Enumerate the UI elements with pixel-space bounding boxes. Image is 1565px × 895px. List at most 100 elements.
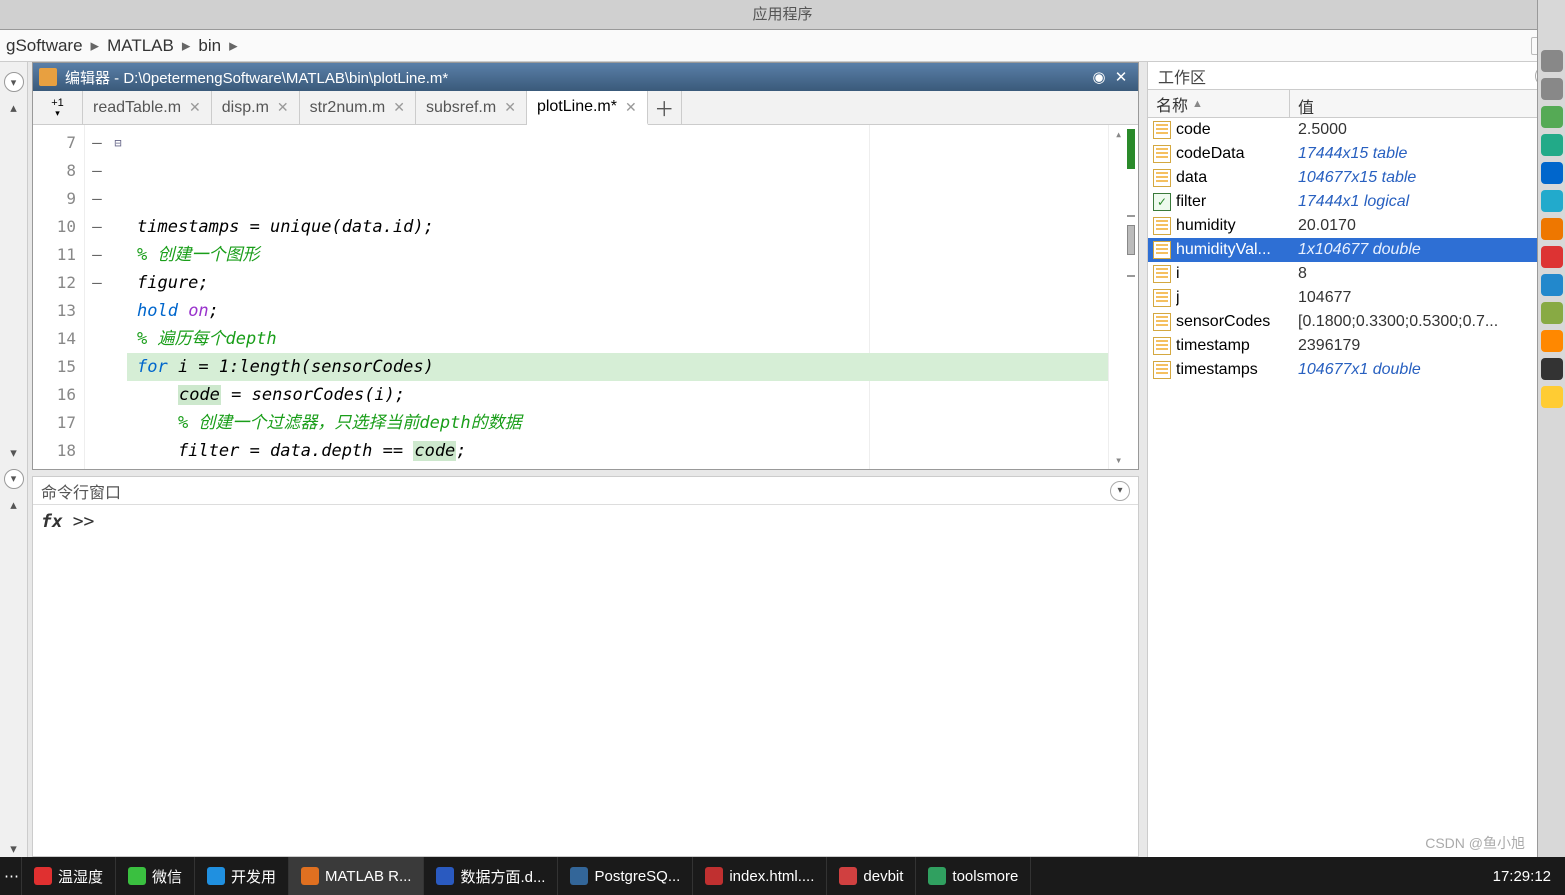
scroll-up-icon[interactable]: ▴ <box>10 497 17 513</box>
taskbar-label: MATLAB R... <box>325 868 411 885</box>
workspace-variable-row[interactable]: timestamps104677x1 double <box>1148 358 1565 382</box>
workspace-variable-row[interactable]: filter17444x1 logical <box>1148 190 1565 214</box>
code-line[interactable]: for i = 1:length(sensorCodes) <box>137 353 1108 381</box>
table-var-icon <box>1153 337 1171 355</box>
minimize-button[interactable]: ◉ <box>1088 66 1110 88</box>
taskbar-item[interactable]: 微信 <box>116 857 195 895</box>
editor-panel: 编辑器 - D:\0petermengSoftware\MATLAB\bin\p… <box>32 62 1139 470</box>
breakpoint-gutter[interactable]: –––––– <box>85 125 109 469</box>
scroll-down-icon[interactable]: ▾ <box>1115 453 1122 467</box>
sidebar-app-icon[interactable] <box>1541 218 1563 240</box>
taskbar-item[interactable]: 数据方面.d... <box>424 857 558 895</box>
workspace-variable-row[interactable]: code2.5000 <box>1148 118 1565 142</box>
breadcrumb-item[interactable]: MATLAB <box>107 36 174 56</box>
code-line[interactable]: figure; <box>137 269 1108 297</box>
breadcrumb-item[interactable]: bin <box>198 36 221 56</box>
breadcrumb[interactable]: gSoftware ▸ MATLAB ▸ bin ▸ ▾ <box>0 30 1565 62</box>
taskbar-start[interactable]: ⋯ <box>0 857 22 895</box>
close-tab-icon[interactable]: ✕ <box>625 99 637 116</box>
taskbar-item[interactable]: index.html.... <box>693 857 827 895</box>
code-line[interactable]: % 遍历每个depth <box>137 325 1108 353</box>
taskbar[interactable]: ⋯ 温湿度微信开发用 MATLAB R... 数据方面.d... PostgreSQ.… <box>0 857 1565 895</box>
panel-menu-button[interactable]: ▾ <box>4 469 24 489</box>
watermark: CSDN @鱼小旭 <box>1425 833 1525 853</box>
taskbar-app-icon <box>928 867 946 885</box>
scroll-up-icon[interactable]: ▴ <box>10 100 17 116</box>
command-window[interactable]: fx >> <box>33 505 1138 856</box>
editor-title: 编辑器 - D:\0petermengSoftware\MATLAB\bin\p… <box>65 67 1088 88</box>
workspace-col-name[interactable]: 名称▲ <box>1148 90 1290 117</box>
var-name: humidityVal... <box>1176 241 1290 259</box>
taskbar-label: 数据方面.d... <box>460 866 545 887</box>
taskbar-item[interactable]: toolsmore <box>916 857 1031 895</box>
code-fold-gutter[interactable]: ⊟ <box>109 125 127 469</box>
workspace-col-value[interactable]: 值 <box>1290 90 1565 117</box>
tab-scroll-widget[interactable]: +1▾ <box>33 91 83 124</box>
editor-tab[interactable]: subsref.m✕ <box>416 91 527 124</box>
panel-menu-button[interactable]: ▾ <box>1110 481 1130 501</box>
scroll-up-icon[interactable]: ▴ <box>1115 127 1122 141</box>
editor-tab[interactable]: plotLine.m* ✕ <box>527 91 648 125</box>
sidebar-app-icon[interactable] <box>1541 50 1563 72</box>
close-button[interactable]: ✕ <box>1110 66 1132 88</box>
scrollbar-thumb[interactable] <box>1127 225 1135 255</box>
code-editor[interactable]: 789101112131415161718 –––––– ⊟ timestamp… <box>33 125 1138 469</box>
code-line[interactable]: timestamps = unique(data.id); <box>137 213 1108 241</box>
table-var-icon <box>1153 217 1171 235</box>
code-overview-strip[interactable]: ▴ ▾ <box>1108 125 1138 469</box>
add-tab-button[interactable]: ＋ <box>648 91 682 124</box>
code-content[interactable]: timestamps = unique(data.id);% 创建一个图形fig… <box>127 125 1108 469</box>
editor-titlebar[interactable]: 编辑器 - D:\0petermengSoftware\MATLAB\bin\p… <box>33 63 1138 91</box>
code-line[interactable]: % 创建一个图形 <box>137 241 1108 269</box>
sidebar-app-icon[interactable] <box>1541 162 1563 184</box>
taskbar-item[interactable]: 开发用 <box>195 857 289 895</box>
close-tab-icon[interactable]: ✕ <box>393 99 405 116</box>
var-value: 2.5000 <box>1290 121 1565 139</box>
sidebar-app-icon[interactable] <box>1541 274 1563 296</box>
taskbar-label: devbit <box>863 868 903 885</box>
sidebar-app-icon[interactable] <box>1541 78 1563 100</box>
workspace-variable-row[interactable]: i8 <box>1148 262 1565 286</box>
workspace-variable-row[interactable]: humidityVal...1x104677 double <box>1148 238 1565 262</box>
overview-marker <box>1127 129 1135 169</box>
fx-icon[interactable]: fx <box>41 511 63 850</box>
table-var-icon <box>1153 289 1171 307</box>
editor-tab[interactable]: disp.m✕ <box>212 91 300 124</box>
workspace-variable-row[interactable]: codeData17444x15 table <box>1148 142 1565 166</box>
tab-label: plotLine.m* <box>537 98 617 116</box>
workspace-variable-row[interactable]: humidity20.0170 <box>1148 214 1565 238</box>
close-tab-icon[interactable]: ✕ <box>189 99 201 116</box>
sidebar-app-icon[interactable] <box>1541 358 1563 380</box>
scroll-down-icon[interactable]: ▾ <box>10 841 17 857</box>
workspace-variable-row[interactable]: timestamp2396179 <box>1148 334 1565 358</box>
panel-menu-button[interactable]: ▾ <box>4 72 24 92</box>
sidebar-app-icon[interactable] <box>1541 134 1563 156</box>
workspace-header[interactable]: 名称▲ 值 <box>1148 90 1565 118</box>
taskbar-item[interactable]: devbit <box>827 857 916 895</box>
breadcrumb-item[interactable]: gSoftware <box>6 36 83 56</box>
sidebar-app-icon[interactable] <box>1541 386 1563 408</box>
workspace-variable-row[interactable]: j104677 <box>1148 286 1565 310</box>
taskbar-item[interactable]: 温湿度 <box>22 857 116 895</box>
close-tab-icon[interactable]: ✕ <box>504 99 516 116</box>
var-name: j <box>1176 289 1290 307</box>
code-line[interactable]: % 创建一个过滤器，只选择当前depth的数据 <box>137 409 1108 437</box>
taskbar-clock[interactable]: 17:29:12 <box>1479 868 1565 885</box>
editor-tab[interactable]: str2num.m✕ <box>300 91 416 124</box>
workspace-variable-row[interactable]: data104677x15 table <box>1148 166 1565 190</box>
sidebar-app-icon[interactable] <box>1541 190 1563 212</box>
taskbar-item[interactable]: MATLAB R... <box>289 857 424 895</box>
taskbar-app-icon <box>436 867 454 885</box>
editor-tab[interactable]: readTable.m✕ <box>83 91 212 124</box>
sidebar-app-icon[interactable] <box>1541 330 1563 352</box>
taskbar-item[interactable]: PostgreSQ... <box>558 857 693 895</box>
code-line[interactable]: filter = data.depth == code; <box>137 437 1108 465</box>
sidebar-app-icon[interactable] <box>1541 246 1563 268</box>
sidebar-app-icon[interactable] <box>1541 106 1563 128</box>
close-tab-icon[interactable]: ✕ <box>277 99 289 116</box>
code-line[interactable]: code = sensorCodes(i); <box>137 381 1108 409</box>
workspace-variable-row[interactable]: sensorCodes[0.1800;0.3300;0.5300;0.7... <box>1148 310 1565 334</box>
scroll-down-icon[interactable]: ▾ <box>10 445 17 461</box>
code-line[interactable]: hold on; <box>137 297 1108 325</box>
sidebar-app-icon[interactable] <box>1541 302 1563 324</box>
